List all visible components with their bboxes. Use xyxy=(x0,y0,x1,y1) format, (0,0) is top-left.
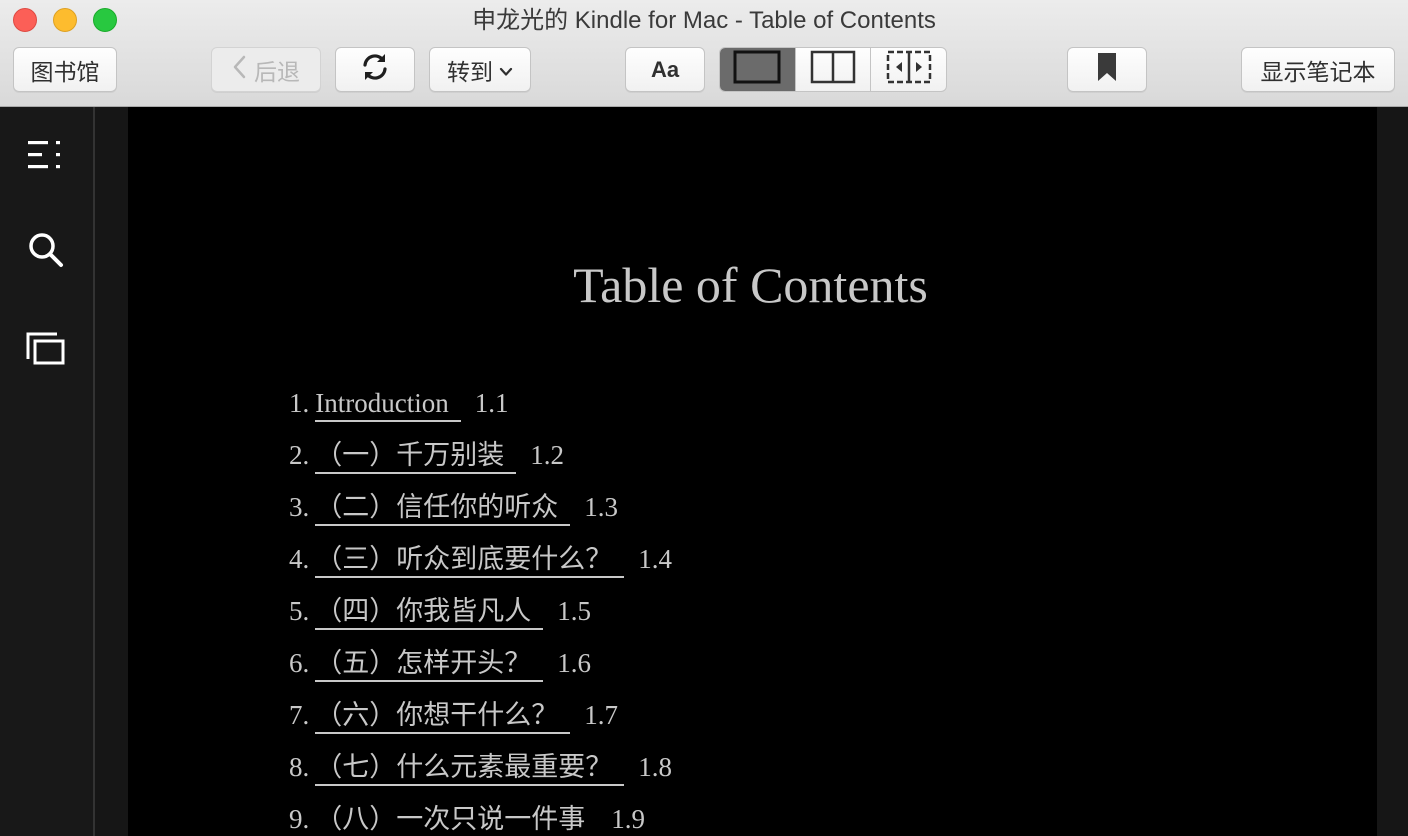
toc-entry: 3. （二）信任你的听众 1.3 xyxy=(289,487,672,539)
page-title: Table of Contents xyxy=(573,257,928,313)
bookmark-icon xyxy=(1096,52,1118,88)
back-button-label: 后退 xyxy=(254,58,300,85)
toc-entry-link[interactable]: （六）你想干什么？ xyxy=(315,700,571,734)
toc-entry: 7. （六）你想干什么？ 1.7 xyxy=(289,695,672,747)
single-page-view-icon xyxy=(733,50,781,89)
toc-entry-location: 1.7 xyxy=(584,700,618,730)
chevron-left-icon xyxy=(232,55,246,85)
window-title: 申龙光的 Kindle for Mac - Table of Contents xyxy=(472,7,936,34)
toc-entry-location: 1.6 xyxy=(557,648,591,678)
scroll-view-icon xyxy=(886,50,932,89)
goto-menu-button[interactable]: 转到 xyxy=(429,47,531,92)
toc-list: 1. Introduction 1.1 2. （一）千万别装 1.2 3. （二）信任你的听众… xyxy=(289,383,672,836)
show-notebook-button[interactable]: 显示笔记本 xyxy=(1241,47,1395,92)
toc-entry: 1. Introduction 1.1 xyxy=(289,383,672,435)
scroll-view-button[interactable] xyxy=(871,48,946,91)
toc-entry-location: 1.4 xyxy=(638,544,672,574)
toc-entry-location: 1.1 xyxy=(474,388,509,418)
toc-entry-link[interactable]: Introduction xyxy=(315,388,461,422)
toc-entry-location: 1.2 xyxy=(530,440,564,470)
two-page-view-icon xyxy=(810,50,856,89)
two-page-view-button[interactable] xyxy=(796,48,872,91)
toc-entry-link[interactable]: （五）怎样开头？ xyxy=(315,648,544,682)
toc-entry-number: 5. xyxy=(289,596,310,626)
toc-entry-link[interactable]: （七）什么元素最重要？ xyxy=(315,752,625,786)
toc-entry: 2. （一）千万别装 1.2 xyxy=(289,435,672,487)
toc-entry-location: 1.8 xyxy=(638,752,672,782)
show-notebook-label: 显示笔记本 xyxy=(1260,58,1376,85)
kindle-window: 申龙光的 Kindle for Mac - Table of Contents … xyxy=(0,0,1408,836)
library-button[interactable]: 图书馆 xyxy=(13,47,117,92)
toc-entry-location: 1.3 xyxy=(584,492,618,522)
reading-page: Table of Contents 1. Introduction 1.1 2. （一）… xyxy=(128,107,1377,836)
right-margin xyxy=(1377,107,1408,836)
toc-entry-number: 1. xyxy=(289,388,310,418)
toc-entry: 6. （五）怎样开头？ 1.6 xyxy=(289,643,672,695)
toc-entry-number: 4. xyxy=(289,544,310,574)
toolbar: 申龙光的 Kindle for Mac - Table of Contents … xyxy=(0,0,1408,107)
chevron-down-icon xyxy=(499,56,513,83)
toc-entry-number: 2. xyxy=(289,440,310,470)
search-icon[interactable] xyxy=(22,226,70,274)
single-page-view-button[interactable] xyxy=(720,48,796,91)
toc-entry: 5. （四）你我皆凡人 1.5 xyxy=(289,591,672,643)
toc-entry-number: 9. xyxy=(289,804,310,834)
view-mode-switcher xyxy=(719,47,947,92)
toc-entry-location: 1.5 xyxy=(557,596,591,626)
toc-icon[interactable] xyxy=(22,131,70,179)
back-button[interactable]: 后退 xyxy=(211,47,321,92)
toc-entry-number: 8. xyxy=(289,752,310,782)
toc-entry-number: 7. xyxy=(289,700,310,730)
toc-entry-link[interactable]: （一）千万别装 xyxy=(315,440,517,474)
toc-entry-link[interactable]: （八）一次只说一件事 xyxy=(315,804,598,836)
toc-entry: 4. （三）听众到底要什么？ 1.4 xyxy=(289,539,672,591)
toc-entry: 9. （八）一次只说一件事 1.9 xyxy=(289,799,672,836)
sidebar xyxy=(0,107,95,836)
toc-entry-link[interactable]: （三）听众到底要什么？ xyxy=(315,544,625,578)
flashcards-icon[interactable] xyxy=(22,325,70,373)
left-margin xyxy=(95,107,128,836)
goto-button-label: 转到 xyxy=(447,58,493,85)
toc-entry: 8. （七）什么元素最重要？ 1.8 xyxy=(289,747,672,799)
font-settings-label: Aa xyxy=(650,56,680,82)
toc-entry-link[interactable]: （四）你我皆凡人 xyxy=(315,596,544,630)
toc-entry-link[interactable]: （二）信任你的听众 xyxy=(315,492,571,526)
sync-icon xyxy=(359,51,391,89)
toc-entry-number: 3. xyxy=(289,492,310,522)
toc-entry-location: 1.9 xyxy=(611,804,645,834)
sync-button[interactable] xyxy=(335,47,415,92)
toc-entry-number: 6. xyxy=(289,648,310,678)
font-settings-button[interactable]: Aa xyxy=(625,47,705,92)
bookmark-button[interactable] xyxy=(1067,47,1147,92)
library-button-label: 图书馆 xyxy=(30,58,100,85)
